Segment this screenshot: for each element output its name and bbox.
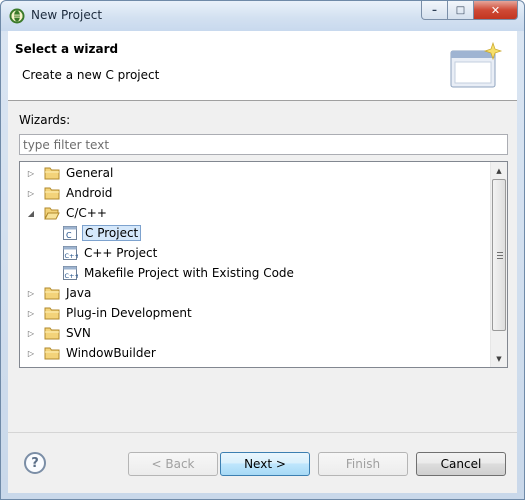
tree-item-label: SVN	[66, 326, 91, 340]
expand-arrow-icon[interactable]: ▷	[26, 328, 36, 338]
new-project-window: New Project – □ ✕ Select a wizard Create…	[0, 0, 525, 500]
tree-item-java[interactable]: ▷ Java	[26, 284, 93, 302]
tree-item-label: Makefile Project with Existing Code	[84, 266, 294, 280]
eclipse-logo-icon	[9, 8, 25, 24]
next-button[interactable]: Next >	[220, 452, 310, 476]
window-title: New Project	[31, 8, 103, 22]
collapse-arrow-icon[interactable]: ◢	[26, 208, 36, 218]
tree-item-svn[interactable]: ▷ SVN	[26, 324, 93, 342]
tree-item-general[interactable]: ▷ General	[26, 164, 115, 182]
scroll-up-arrow-icon[interactable]: ▲	[491, 162, 507, 179]
expand-arrow-icon[interactable]: ▷	[26, 348, 36, 358]
makefile-project-icon: C++	[63, 266, 79, 280]
folder-icon	[44, 187, 60, 200]
scrollbar-thumb[interactable]	[492, 179, 506, 331]
tree-item-plugin-development[interactable]: ▷ Plug-in Development	[26, 304, 194, 322]
wizards-label: Wizards:	[19, 113, 71, 127]
expand-arrow-icon[interactable]: ▷	[26, 288, 36, 298]
svg-text:C: C	[66, 231, 72, 240]
minimize-button[interactable]: –	[421, 1, 448, 20]
cancel-button[interactable]: Cancel	[416, 452, 506, 476]
wizard-tree[interactable]: ▷ General ▷ Android ◢ C/C++ C C Project	[19, 161, 508, 368]
folder-icon	[44, 167, 60, 180]
new-wizard-icon	[450, 41, 503, 88]
banner-title: Select a wizard	[15, 42, 119, 56]
finish-button[interactable]: Finish	[318, 452, 408, 476]
filter-input[interactable]	[19, 134, 508, 155]
tree-item-label: C/C++	[66, 206, 107, 220]
tree-item-cpp-project[interactable]: C++ C++ Project	[62, 244, 159, 262]
grip-icon	[497, 252, 503, 259]
tree-rows: ▷ General ▷ Android ◢ C/C++ C C Project	[20, 162, 490, 367]
tree-item-label: C Project	[82, 225, 142, 241]
tree-item-label: Android	[66, 186, 113, 200]
maximize-button[interactable]: □	[448, 1, 474, 20]
tree-item-makefile-project[interactable]: C++ Makefile Project with Existing Code	[62, 264, 296, 282]
expand-arrow-icon[interactable]: ▷	[26, 308, 36, 318]
banner-description: Create a new C project	[22, 68, 160, 82]
expand-arrow-icon[interactable]: ▷	[26, 168, 36, 178]
tree-item-windowbuilder[interactable]: ▷ WindowBuilder	[26, 344, 158, 362]
c-project-icon: C	[63, 226, 77, 240]
dialog-client-area: Select a wizard Create a new C project W…	[8, 31, 517, 493]
cpp-project-icon: C++	[63, 246, 79, 260]
tree-item-c-cpp[interactable]: ◢ C/C++	[26, 204, 109, 222]
folder-icon	[44, 347, 60, 360]
caption-buttons: – □ ✕	[421, 1, 518, 21]
tree-item-label: Plug-in Development	[66, 306, 192, 320]
tree-vertical-scrollbar[interactable]: ▲ ▼	[490, 162, 507, 367]
tree-item-label: Java	[66, 286, 92, 300]
tree-item-label: WindowBuilder	[66, 346, 156, 360]
tree-item-android[interactable]: ▷ Android	[26, 184, 114, 202]
expand-arrow-icon[interactable]: ▷	[26, 188, 36, 198]
tree-item-c-project[interactable]: C C Project	[62, 224, 142, 242]
tree-item-label: General	[66, 166, 114, 180]
back-button[interactable]: < Back	[128, 452, 218, 476]
svg-text:C++: C++	[65, 252, 79, 260]
folder-icon	[44, 287, 60, 300]
wizard-banner: Select a wizard Create a new C project	[8, 31, 517, 101]
button-bar-separator	[8, 432, 517, 433]
help-button[interactable]: ?	[24, 452, 46, 474]
close-button[interactable]: ✕	[474, 1, 518, 20]
folder-icon	[44, 327, 60, 340]
title-bar[interactable]: New Project – □ ✕	[1, 1, 524, 31]
tree-item-label: C++ Project	[84, 246, 158, 260]
svg-text:C++: C++	[65, 272, 79, 280]
folder-icon	[44, 307, 60, 320]
scroll-down-arrow-icon[interactable]: ▼	[491, 350, 507, 367]
open-folder-icon	[44, 207, 60, 220]
